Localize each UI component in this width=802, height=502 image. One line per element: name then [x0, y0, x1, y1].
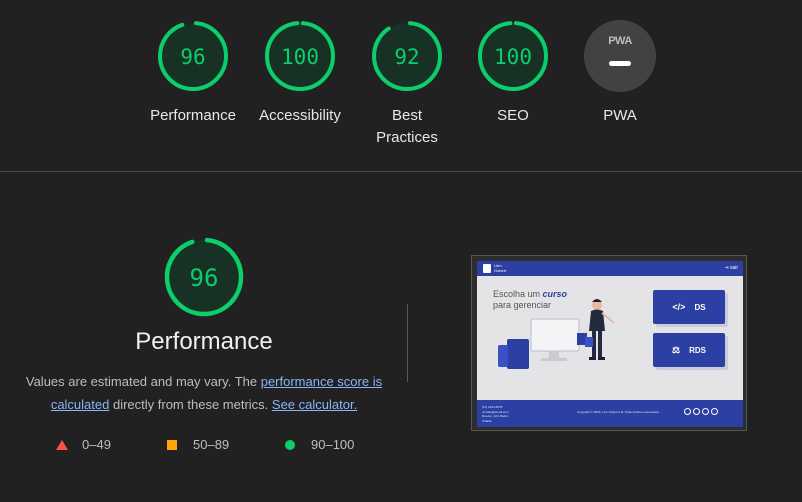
thumb-rds-button: ⚖ RDS [653, 333, 725, 367]
thumb-footer: (11) 1234-5678 contato@email.com Rua Ex,… [477, 400, 743, 427]
legend-average-label: 50–89 [193, 437, 230, 452]
gauge-label-accessibility: Accessibility [259, 107, 341, 124]
performance-summary: 96 Performance Values are estimated and … [0, 236, 408, 416]
gauge-ring-seo: 100 [478, 21, 548, 91]
scales-icon: ⚖ [672, 344, 681, 355]
legend-pass-label: 90–100 [311, 437, 355, 452]
code-icon: </> [672, 302, 686, 312]
thumb-footer-line4: Cidade [482, 418, 492, 423]
legend-pass: 90–100 [285, 437, 354, 452]
legend-fail-label: 0–49 [82, 437, 111, 452]
thumb-illustration [498, 299, 615, 369]
thumb-exit-label: sair [729, 265, 738, 271]
gauge-label-performance: Performance [150, 107, 236, 124]
gauge-score-accessibility: 100 [281, 45, 319, 69]
thumb-socials [684, 408, 718, 415]
gauge-pwa[interactable]: PWA PWA [565, 20, 675, 127]
gauge-ring-accessibility: 100 [265, 21, 335, 91]
gauge-ring-performance: 96 [158, 21, 228, 91]
gauge-score-best-practices: 92 [394, 45, 419, 69]
youtube-icon [684, 408, 691, 415]
pass-circle-icon [285, 439, 295, 450]
gauge-best-practices[interactable]: 92 Best Practices [352, 20, 462, 149]
category-scores: 96 Performance 100 Accessibility 92 Best… [0, 0, 802, 172]
pwa-badge: PWA [584, 20, 656, 92]
gauge-ring-best-practices: 92 [372, 21, 442, 91]
gauge-accessibility[interactable]: 100 Accessibility [245, 20, 355, 127]
thumb-rds-label: RDS [689, 345, 706, 355]
gauge-label-seo: SEO [497, 107, 529, 124]
pwa-dash-icon [609, 61, 631, 66]
gauge-label-pwa: PWA [603, 107, 637, 124]
thumb-ds-button: </> DS [653, 290, 725, 324]
thumb-brand: Lien Gobert [494, 263, 506, 273]
average-square-icon [167, 439, 177, 450]
instagram-icon [702, 408, 709, 415]
thumb-heading-emphasis: curso [542, 289, 568, 299]
thumb-header: Lien Gobert ⇥ sair [477, 261, 743, 276]
gauge-seo[interactable]: 100 SEO [458, 20, 568, 127]
section-divider [0, 171, 802, 172]
gauge-score-performance: 96 [180, 45, 205, 69]
thumb-footer-contact: (11) 1234-5678 contato@email.com Rua Ex,… [482, 405, 509, 423]
desc-prefix: Values are estimated and may vary. The [25, 374, 261, 389]
thumb-footer-line3: Rua Ex, 123, Bairro [482, 414, 509, 418]
performance-score: 96 [190, 264, 219, 292]
fail-triangle-icon [56, 439, 68, 450]
screenshot-page: Lien Gobert ⇥ sair Escolha um curso para… [477, 261, 743, 427]
performance-gauge: 96 [164, 237, 244, 317]
performance-description: Values are estimated and may vary. The p… [0, 370, 408, 416]
thumb-ds-label: DS [694, 302, 706, 312]
thumb-copyright: Copyright © 2023, Lien Gobert e E. Todos… [577, 410, 659, 414]
desc-middle: directly from these metrics. [109, 397, 272, 412]
thumb-brand-line2: Gobert [494, 268, 507, 273]
thumb-exit: ⇥ sair [724, 265, 738, 271]
pwa-badge-text: PWA [608, 35, 632, 47]
facebook-icon [711, 408, 718, 415]
twitter-icon [693, 408, 700, 415]
performance-title: Performance [135, 328, 273, 355]
legend-fail: 0–49 [56, 437, 111, 452]
final-screenshot[interactable]: Lien Gobert ⇥ sair Escolha um curso para… [471, 255, 747, 431]
vertical-divider [407, 304, 408, 382]
thumb-logo-icon [483, 264, 491, 273]
see-calculator-link[interactable]: See calculator. [272, 397, 357, 412]
gauge-label-best-practices: Best Practices [376, 107, 438, 146]
gauge-score-seo: 100 [494, 45, 532, 69]
gauge-performance[interactable]: 96 Performance [138, 20, 248, 127]
thumb-heading-prefix: Escolha um [493, 289, 543, 299]
score-legend: 0–49 50–89 90–100 [0, 437, 400, 453]
legend-average: 50–89 [167, 437, 229, 452]
